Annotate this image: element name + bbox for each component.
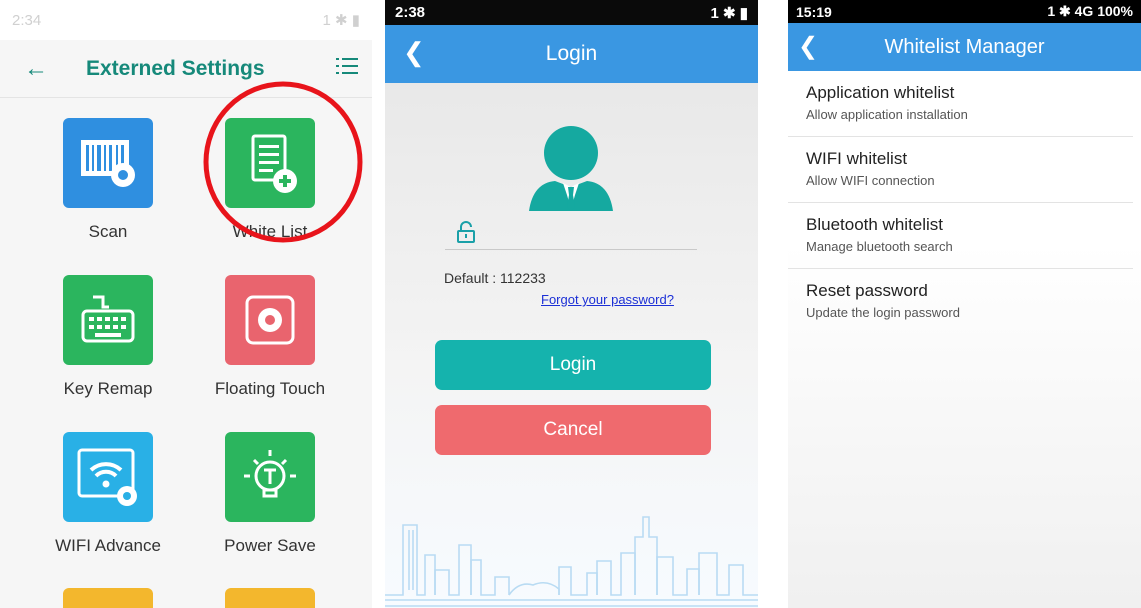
list-item-wifi-whitelist[interactable]: WIFI whitelist Allow WIFI connection — [788, 137, 1133, 203]
default-password-text: Default : 112233 — [444, 270, 546, 286]
list-item-reset-password[interactable]: Reset password Update the login password — [788, 269, 1133, 335]
status-icons: 1 ✱ 4G 100% — [1047, 3, 1133, 19]
item-subtitle: Manage bluetooth search — [806, 239, 953, 254]
status-bar: 2:38 1 ✱ ▮ — [385, 0, 758, 25]
list-item-application-whitelist[interactable]: Application whitelist Allow application … — [788, 71, 1133, 137]
page-title: Whitelist Manager — [884, 35, 1045, 58]
highlight-circle — [203, 81, 363, 243]
lock-icon — [457, 221, 475, 243]
back-chevron-icon[interactable]: ❮ — [798, 32, 818, 61]
app-bar: ❮ Login — [385, 25, 758, 83]
forgot-password-link[interactable]: Forgot your password? — [541, 292, 674, 307]
item-subtitle: Allow WIFI connection — [806, 173, 935, 188]
user-avatar-icon — [529, 126, 613, 211]
list-item-bluetooth-whitelist[interactable]: Bluetooth whitelist Manage bluetooth sea… — [788, 203, 1133, 269]
item-title: Bluetooth whitelist — [806, 215, 944, 234]
back-chevron-icon[interactable]: ❮ — [403, 37, 425, 68]
item-title: Application whitelist — [806, 83, 955, 102]
login-screen: 2:38 1 ✱ ▮ ❮ Login Default : 112233 Forg… — [385, 0, 758, 608]
status-icons: 1 ✱ ▮ — [710, 4, 749, 22]
page-title: Login — [545, 42, 598, 65]
city-skyline-illustration — [385, 516, 758, 607]
password-field[interactable] — [445, 215, 697, 250]
cancel-button[interactable]: Cancel — [435, 405, 711, 455]
status-time: 2:38 — [395, 4, 426, 21]
item-subtitle: Update the login password — [806, 305, 960, 320]
status-time: 15:19 — [796, 3, 832, 20]
item-title: WIFI whitelist — [806, 149, 908, 168]
item-title: Reset password — [806, 281, 928, 300]
app-bar: ❮ Whitelist Manager — [788, 23, 1141, 71]
whitelist-manager-screen: 15:19 1 ✱ 4G 100% ❮ Whitelist Manager Ap… — [788, 0, 1141, 608]
login-button[interactable]: Login — [435, 340, 711, 390]
extended-settings-screen: 2:34 1 ✱ ▮ ← Externed Settings Scan Whit… — [0, 0, 372, 608]
status-bar: 15:19 1 ✱ 4G 100% — [788, 0, 1141, 23]
item-subtitle: Allow application installation — [806, 107, 968, 122]
